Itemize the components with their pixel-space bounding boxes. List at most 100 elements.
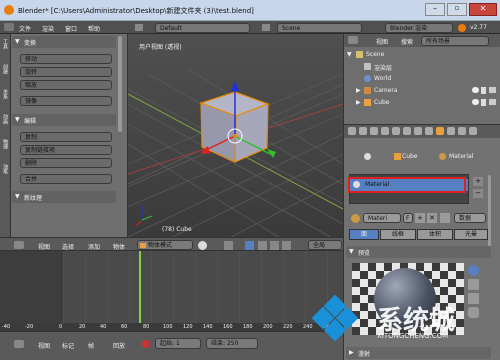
duplicate-button[interactable]: 复制 [20, 132, 112, 142]
header-menu-add[interactable]: 添加 [88, 242, 100, 251]
render-engine-dropdown[interactable]: Blender 渲染 [385, 23, 453, 33]
tab-halo[interactable]: 光晕 [454, 229, 488, 240]
manipulator-icon[interactable] [245, 241, 254, 250]
menu-window[interactable]: 窗口 [65, 24, 77, 33]
header-menu-object[interactable]: 物体 [113, 242, 125, 251]
tab-volume[interactable]: 体积 [417, 229, 453, 240]
outliner-editor-icon[interactable] [348, 36, 358, 44]
operator-panel-header[interactable]: ▼ 新纹理 [12, 191, 116, 203]
outliner-item-camera[interactable]: Camera [374, 87, 398, 94]
preview-sphere-type-icon[interactable] [468, 265, 479, 276]
node-toggle-icon[interactable] [440, 213, 450, 223]
scene-field[interactable]: Scene [277, 23, 362, 33]
maximize-button[interactable]: ▫ [447, 3, 467, 16]
mirror-button[interactable]: 镜像 [20, 96, 112, 106]
scale-manipulator-icon[interactable] [282, 241, 291, 250]
menu-render[interactable]: 渲染 [42, 24, 54, 33]
footer-menu-view[interactable]: 视图 [38, 341, 50, 350]
diffuse-panel-header[interactable]: ▶ 漫射 [346, 347, 491, 359]
rotate-manipulator-icon[interactable] [270, 241, 279, 250]
outliner-item-cube[interactable]: Cube [374, 99, 390, 106]
screen-layout-field[interactable]: Default [155, 23, 250, 33]
transform-panel-header[interactable]: ▼ 变换 [12, 36, 116, 48]
mode-dropdown[interactable]: 物体模式 [137, 240, 193, 250]
tab-physics[interactable]: 物理 [2, 139, 9, 149]
tab-relations[interactable]: 关系 [2, 89, 9, 99]
end-frame-field[interactable]: 结束: 250 [206, 338, 258, 349]
tool-shelf-scrollbar[interactable] [118, 36, 122, 132]
outliner-menu-view[interactable]: 视图 [376, 37, 388, 46]
render-layers-tab-icon[interactable] [359, 127, 367, 135]
3d-viewport[interactable]: 用户视图 (透视) (78) Cube [128, 34, 343, 237]
pivot-point-icon[interactable] [224, 241, 233, 250]
outliner-item-renderlayers[interactable]: 渲染层 [374, 63, 392, 72]
tab-surface[interactable]: 面 [349, 229, 379, 240]
viewport-shading-icon[interactable] [198, 241, 207, 250]
menu-file[interactable]: 文件 [19, 24, 31, 33]
tab-wire[interactable]: 线框 [380, 229, 416, 240]
tab-animation[interactable]: 动画 [2, 114, 9, 124]
delete-button[interactable]: 删除 [20, 158, 112, 168]
start-frame-field[interactable]: 起始: 1 [155, 338, 201, 349]
data-tab-icon[interactable] [425, 127, 433, 135]
modifiers-tab-icon[interactable] [414, 127, 422, 135]
outliner-menu-search[interactable]: 搜索 [401, 37, 413, 46]
add-slot-button[interactable]: + [473, 177, 483, 186]
world-tab-icon[interactable] [381, 127, 389, 135]
timeline-area[interactable]: -40 -20 0 20 40 60 80 100 120 140 160 18… [0, 251, 343, 332]
material-name-field[interactable]: Materi [363, 213, 401, 223]
expand-triangle-icon[interactable]: ▶ [356, 87, 361, 94]
visibility-eye-icon[interactable] [472, 87, 479, 93]
pin-icon[interactable] [364, 153, 371, 160]
minimize-button[interactable]: – [425, 3, 445, 16]
scene-tab-icon[interactable] [370, 127, 378, 135]
menu-help[interactable]: 帮助 [88, 24, 100, 33]
add-material-button[interactable]: + [415, 213, 425, 223]
tab-create[interactable]: 创建 [2, 64, 9, 74]
header-menu-select[interactable]: 选择 [62, 242, 74, 251]
transform-orientation-dropdown[interactable]: 全局 [308, 240, 342, 250]
footer-menu-marker[interactable]: 标记 [62, 341, 74, 350]
fake-user-button[interactable]: F [403, 213, 413, 223]
editor-type-icon[interactable] [14, 340, 24, 348]
render-tab-icon[interactable] [348, 127, 356, 135]
duplicate-linked-button[interactable]: 复制链接项 [20, 145, 112, 155]
link-data-dropdown[interactable]: 数据 [454, 213, 486, 223]
material-tab-icon[interactable] [436, 127, 444, 135]
editor-type-icon[interactable] [4, 23, 14, 31]
object-tab-icon[interactable] [392, 127, 400, 135]
record-icon[interactable] [142, 340, 150, 348]
join-button[interactable]: 合并 [20, 174, 112, 184]
material-browse-icon[interactable] [351, 214, 360, 223]
select-arrow-icon[interactable] [481, 99, 486, 106]
outliner-item-scene[interactable]: Scene [366, 51, 384, 58]
translate-manipulator-icon[interactable] [258, 241, 267, 250]
constraints-tab-icon[interactable] [403, 127, 411, 135]
z-gizmo-arrow[interactable] [231, 81, 239, 91]
preview-panel-header[interactable]: ▼ 预览 [346, 246, 491, 258]
outliner-filter-dropdown[interactable]: 所有场景 [421, 36, 489, 46]
particles-tab-icon[interactable] [458, 127, 466, 135]
tab-grease-pencil[interactable]: 油笔 [2, 164, 9, 174]
translate-button[interactable]: 移动 [20, 54, 112, 64]
render-camera-icon[interactable] [489, 99, 496, 105]
properties-scrollbar[interactable] [488, 175, 491, 255]
expand-triangle-icon[interactable]: ▶ [356, 99, 361, 106]
visibility-eye-icon[interactable] [472, 99, 479, 105]
rotate-button[interactable]: 旋转 [20, 67, 112, 77]
texture-tab-icon[interactable] [447, 127, 455, 135]
tab-tools[interactable]: 工具 [2, 39, 9, 49]
unlink-material-button[interactable]: ✕ [427, 213, 437, 223]
close-button[interactable]: ✕ [469, 3, 497, 16]
header-menu-view[interactable]: 视图 [38, 242, 50, 251]
render-camera-icon[interactable] [489, 87, 496, 93]
current-frame-line[interactable] [139, 251, 141, 331]
outliner-item-world[interactable]: World [374, 75, 391, 82]
physics-tab-icon[interactable] [469, 127, 477, 135]
edit-panel-header[interactable]: ▼ 编辑 [12, 114, 116, 126]
expand-triangle-icon[interactable]: ▼ [347, 51, 352, 58]
select-arrow-icon[interactable] [481, 87, 486, 94]
scale-button[interactable]: 缩放 [20, 80, 112, 90]
footer-menu-frame[interactable]: 帧 [88, 341, 94, 350]
remove-slot-button[interactable]: − [473, 189, 483, 198]
